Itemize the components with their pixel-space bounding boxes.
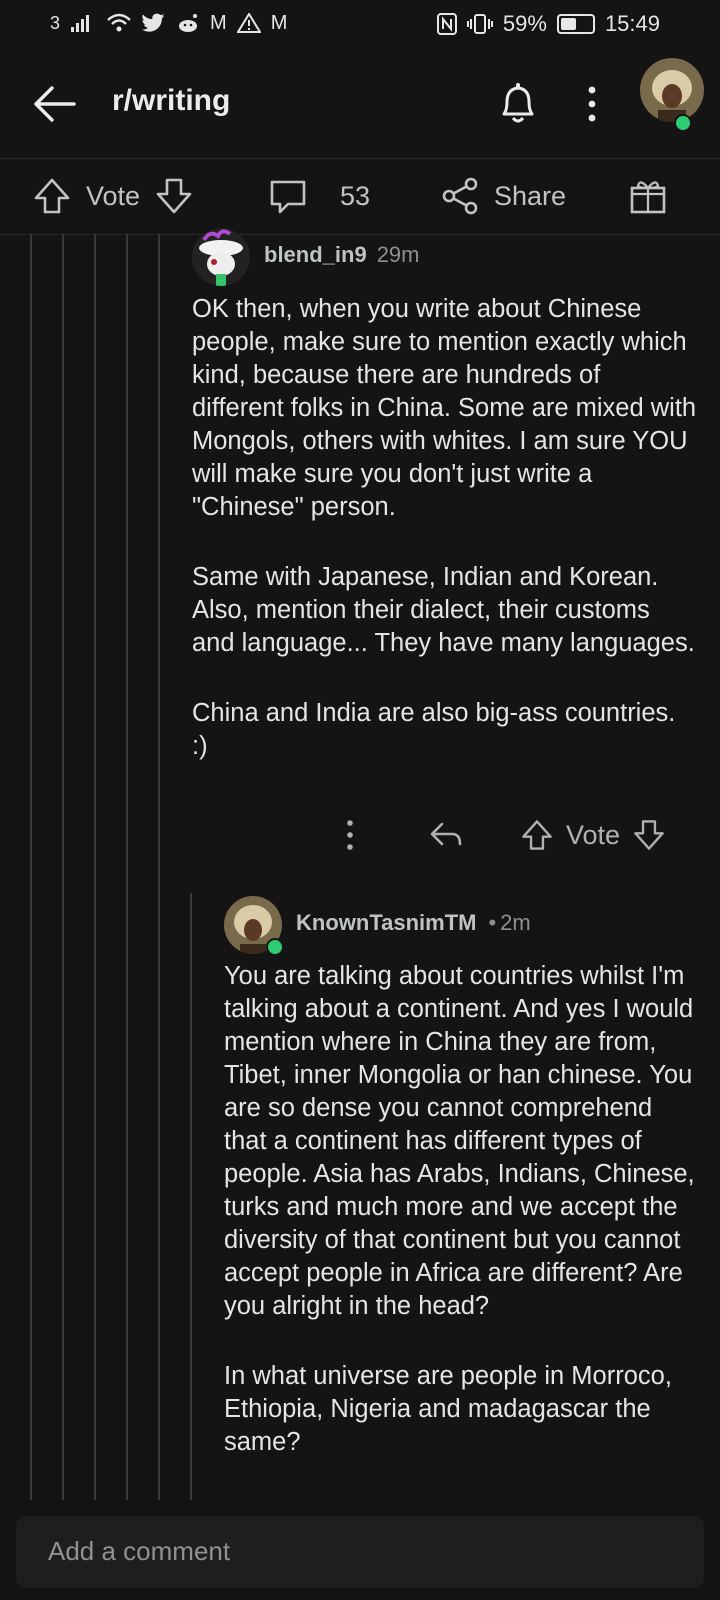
vibrate-icon [466,14,493,34]
upvote-icon[interactable] [520,818,554,852]
online-status-dot [674,114,692,132]
comment-paragraph: China and India are also big-ass countri… [192,699,676,760]
share-label: Share [494,180,567,211]
battery-fill [560,18,576,30]
thread-line[interactable] [62,234,64,1500]
add-comment-placeholder: Add a comment [48,1536,231,1566]
twitter-icon [142,13,165,32]
comment-time: 29m [376,242,420,267]
comment-username[interactable]: KnownTasnimTM [296,910,476,936]
status-right: 59% 15:49 [436,11,660,37]
back-arrow-icon[interactable] [30,84,78,124]
signal-icon [71,15,90,32]
online-status-dot [266,938,284,956]
reddit-icon [179,14,198,32]
nfc-icon [436,13,457,35]
comment-icon [270,180,306,214]
vote-label: Vote [86,180,141,211]
downvote-icon[interactable] [632,818,666,852]
more-options-icon[interactable] [582,84,602,124]
add-comment-input[interactable]: Add a comment [16,1516,704,1588]
wifi-icon [107,13,131,32]
comments-button[interactable]: 53 [268,158,370,234]
comment-body: OK then, when you write about Chinese pe… [192,293,698,800]
thread-line[interactable] [30,234,32,1500]
comment-username[interactable]: blend_in9 [264,242,367,268]
upvote-icon[interactable] [32,176,72,216]
thread-line[interactable] [158,234,160,1500]
comment-actions: Vote [340,818,666,852]
comment-paragraph: In what universe are people in Morroco, … [224,1362,672,1456]
comment-body: You are talking about countries whilst I… [224,960,700,1496]
comment-count: 53 [340,180,371,211]
top-app-bar: r/writing [0,50,720,159]
vote-label: Vote [566,819,621,850]
comment-header: KnownTasnimTM • 2m [296,910,531,936]
comment-paragraph: Same with Japanese, Indian and Korean. A… [192,563,695,657]
subreddit-title[interactable]: r/writing [112,84,230,118]
battery-icon [556,14,595,34]
reply-icon[interactable] [428,818,464,852]
vote-control: Vote [32,158,194,234]
thread-line[interactable] [126,234,128,1500]
comment-paragraph: OK then, when you write about Chinese pe… [192,295,697,521]
clock: 15:49 [604,11,660,36]
bell-icon[interactable] [496,80,540,126]
post-action-bar: Vote 53 Share [0,158,720,235]
comment-time: 2m [500,910,531,935]
user-avatar[interactable] [640,58,704,122]
warning-icon [236,13,261,33]
share-button[interactable]: Share [440,158,566,234]
thread-line[interactable] [94,234,96,1500]
commenter-avatar[interactable] [192,228,250,286]
comment-paragraph: You are talking about countries whilst I… [224,962,695,1320]
comment-header: blend_in9 29m [264,242,419,268]
gmail-icon: M [210,12,227,34]
sim-label: 3 [50,12,61,33]
share-icon [442,177,478,215]
status-bar: 3 M M 59% 15:49 [0,0,720,50]
more-options-icon[interactable] [340,818,360,852]
comment-separator: • [488,910,497,935]
thread-line[interactable] [190,893,192,1500]
award-icon[interactable] [628,176,668,216]
downvote-icon[interactable] [154,176,194,216]
status-left: 3 M M [50,12,287,34]
battery-percent: 59% [502,11,547,36]
gmail-icon: M [270,12,288,34]
